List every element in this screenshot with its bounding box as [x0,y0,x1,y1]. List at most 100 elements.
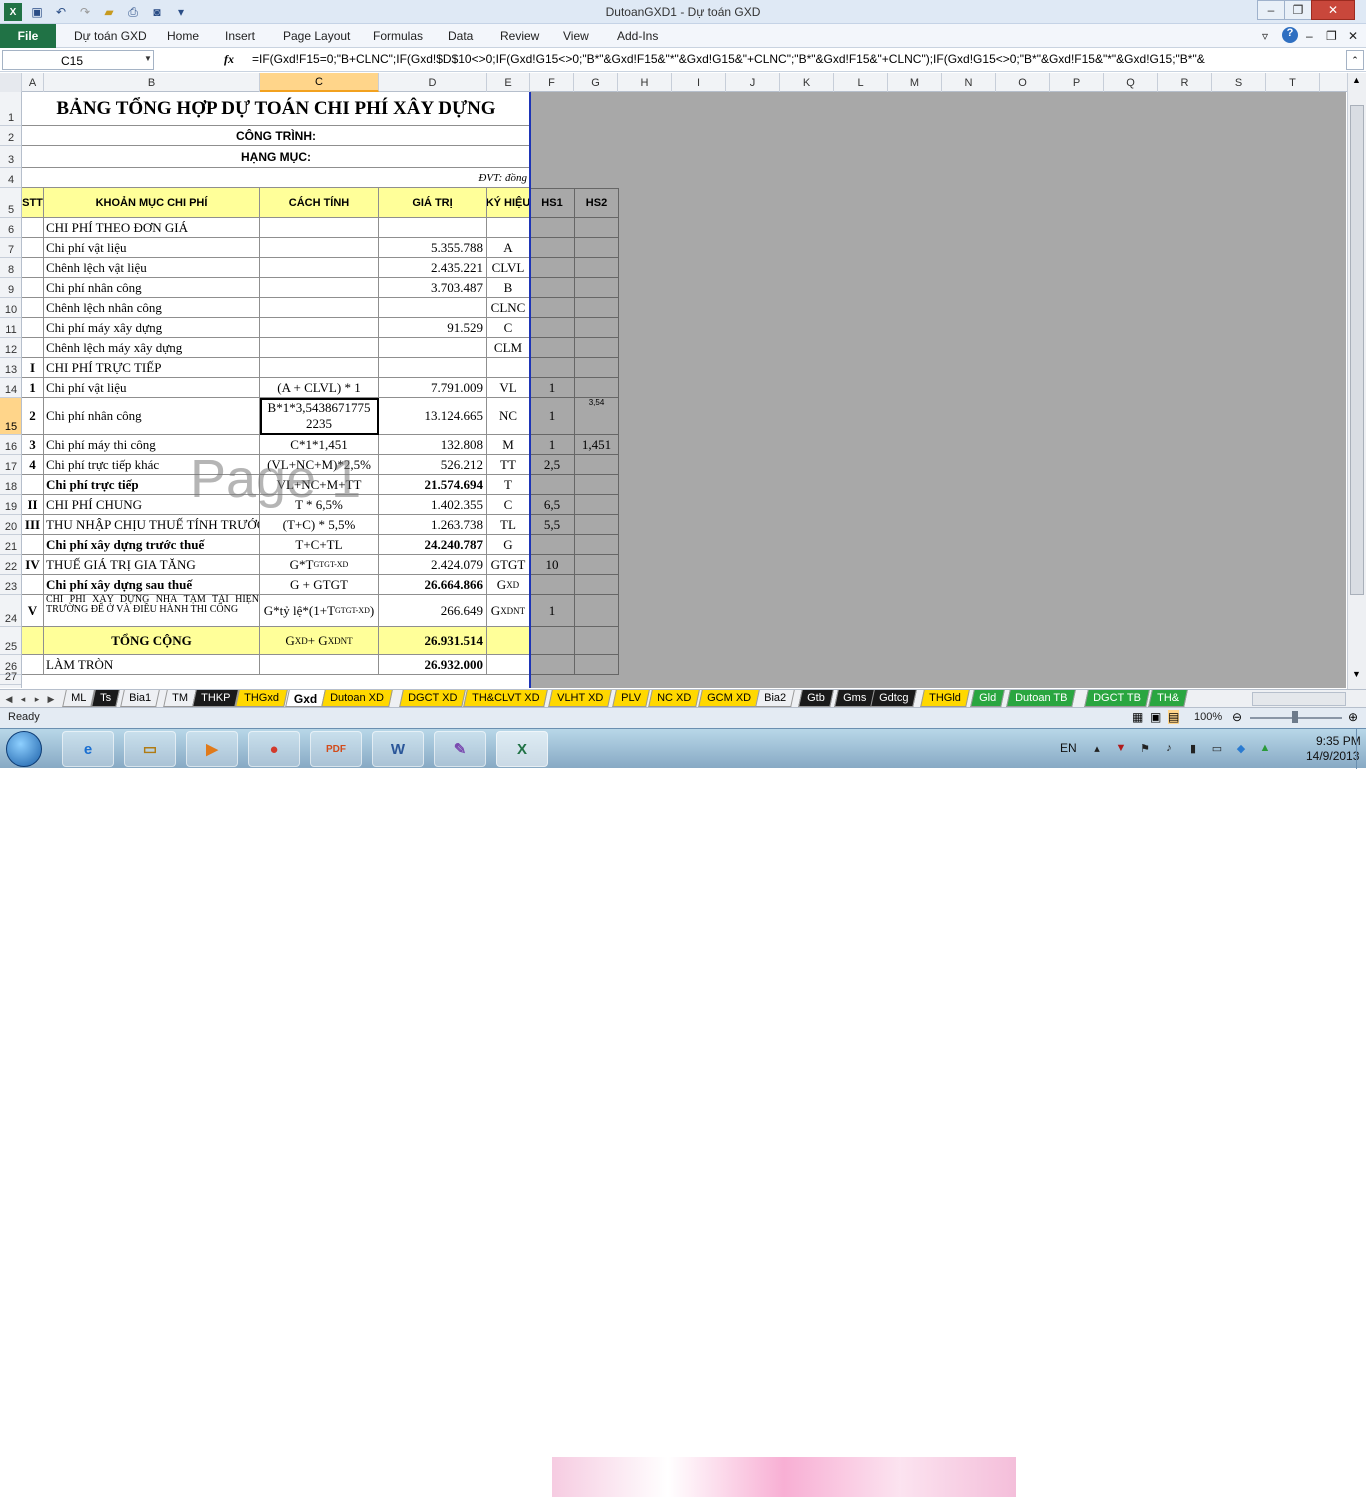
prev-sheet-icon[interactable]: ◂ [16,692,30,706]
column-header-i[interactable]: I [672,73,726,92]
cell-stt[interactable] [22,258,44,278]
cell-khoan-muc[interactable]: CHI PHÍ XÂY DỰNG NHÀ TẠM TẠI HIỆN TRƯỜNG… [44,595,260,627]
cell-hs2[interactable]: 3,54 [575,398,619,435]
column-header-p[interactable]: P [1050,73,1104,92]
cell-gia-tri[interactable]: 24.240.787 [379,535,487,555]
cell-cach-tinh[interactable] [260,278,379,298]
sheet-tab-dgct-tb[interactable]: DGCT TB [1084,690,1150,707]
cell-hs2[interactable] [575,278,619,298]
cell-stt[interactable]: III [22,515,44,535]
cell-ky-hieu[interactable]: VL [487,378,530,398]
column-header-e[interactable]: E [487,73,530,92]
cell-hs1[interactable]: 1 [530,378,575,398]
scroll-up-icon[interactable]: ▲ [1352,75,1361,85]
cell-khoan-muc[interactable]: LÀM TRÒN [44,655,260,675]
cell-cach-tinh[interactable]: G + GTGT [260,575,379,595]
cell-ky-hieu[interactable] [487,655,530,675]
page-break-view-icon[interactable]: ▤ [1168,710,1180,724]
cell-ky-hieu[interactable]: A [487,238,530,258]
cell-cach-tinh[interactable] [260,318,379,338]
cell-stt[interactable] [22,278,44,298]
cell-hs1[interactable] [530,475,575,495]
row-header-5[interactable]: 5 [0,188,21,218]
page-layout-view-icon[interactable]: ▣ [1150,710,1161,724]
cell-stt[interactable] [22,475,44,495]
cell-stt[interactable] [22,218,44,238]
cell-hs1[interactable] [530,358,575,378]
cell-gia-tri[interactable] [379,298,487,318]
last-sheet-icon[interactable]: ▶ [44,692,58,706]
cell-ky-hieu[interactable]: C [487,495,530,515]
cell-hs2[interactable] [575,378,619,398]
cell-cach-tinh[interactable]: (A + CLVL) * 1 [260,378,379,398]
cell-stt[interactable]: 1 [22,378,44,398]
sheet-tab-gld[interactable]: Gld [970,690,1005,707]
ribbon-collapse-icon[interactable]: ▿ [1262,29,1268,43]
row-header-4[interactable]: 4 [0,168,21,188]
cell-cach-tinh[interactable] [260,258,379,278]
sheet-tab-nc-xd[interactable]: NC XD [648,690,701,707]
cell-hs1[interactable]: 5,5 [530,515,575,535]
cell-hs2[interactable] [575,298,619,318]
tab-data[interactable]: Data [448,29,473,43]
cell-hs2[interactable] [575,455,619,475]
cell-cach-tinh[interactable] [260,338,379,358]
column-header-b[interactable]: B [44,73,260,92]
tab-insert[interactable]: Insert [225,29,255,43]
cell-stt[interactable] [22,338,44,358]
cell-stt[interactable] [22,575,44,595]
language-indicator[interactable]: EN [1060,741,1077,755]
row-header-27[interactable]: 27 [0,671,21,685]
row-header-12[interactable]: 12 [0,338,21,358]
excel-taskbar-icon[interactable]: X [496,731,548,767]
cell-hs1[interactable] [530,627,575,655]
restore-icon[interactable]: ❐ [1284,0,1312,20]
cell-hs2[interactable] [575,358,619,378]
cell-ky-hieu[interactable]: CLM [487,338,530,358]
cell-ky-hieu[interactable] [487,627,530,655]
cell-hs2[interactable] [575,515,619,535]
cell-khoan-muc[interactable]: Chi phí trực tiếp khác [44,455,260,475]
cell-cach-tinh[interactable]: G XD + G XDNT [260,627,379,655]
cell-gia-tri[interactable]: 2.435.221 [379,258,487,278]
cell-hs2[interactable] [575,218,619,238]
word-icon[interactable]: W [372,731,424,767]
cell-cach-tinh[interactable]: (T+C) * 5,5% [260,515,379,535]
cell-hs1[interactable] [530,338,575,358]
sheet-tab-thkp[interactable]: THKP [192,690,240,707]
cell-hs2[interactable] [575,575,619,595]
sheet-tab-gdtcg[interactable]: Gdtcg [870,690,918,707]
sheet-tab-gtb[interactable]: Gtb [798,690,834,707]
row-header-10[interactable]: 10 [0,298,21,318]
zoom-level[interactable]: 100% [1194,711,1222,723]
row-header-21[interactable]: 21 [0,535,21,555]
row-header-2[interactable]: 2 [0,126,21,146]
cell-hs1[interactable]: 10 [530,555,575,575]
cell-khoan-muc[interactable]: CHI PHÍ TRỰC TIẾP [44,358,260,378]
tray-volume-icon[interactable]: ♪ [1162,741,1176,755]
zoom-out-icon[interactable]: ⊖ [1232,710,1242,724]
cell-gia-tri[interactable]: 26.932.000 [379,655,487,675]
cell-gia-tri[interactable]: 1.402.355 [379,495,487,515]
cell-ky-hieu[interactable]: CLVL [487,258,530,278]
tray-flag-icon[interactable]: ⚑ [1138,741,1152,755]
cell-gia-tri[interactable] [379,338,487,358]
cell-khoan-muc[interactable]: Chi phí vật liệu [44,378,260,398]
cell-stt[interactable] [22,627,44,655]
cell-khoan-muc[interactable]: Chi phí nhân công [44,398,260,435]
cell-gia-tri[interactable]: 132.808 [379,435,487,455]
expand-formula-bar-icon[interactable]: ⌃ [1346,50,1364,70]
cell-ky-hieu[interactable]: C [487,318,530,338]
cell-cach-tinh[interactable] [260,238,379,258]
row-header-25[interactable]: 25 [0,627,21,655]
cell-hs2[interactable] [575,535,619,555]
zoom-in-icon[interactable]: ⊕ [1348,710,1358,724]
next-sheet-icon[interactable]: ▸ [30,692,44,706]
row-header-8[interactable]: 8 [0,258,21,278]
tab-add-ins[interactable]: Add-Ins [617,29,658,43]
column-header-l[interactable]: L [834,73,888,92]
vertical-scroll-thumb[interactable] [1350,105,1364,595]
sheet-tab-bia1[interactable]: Bia1 [120,690,160,707]
cell-ky-hieu[interactable]: T [487,475,530,495]
row-header-14[interactable]: 14 [0,378,21,398]
